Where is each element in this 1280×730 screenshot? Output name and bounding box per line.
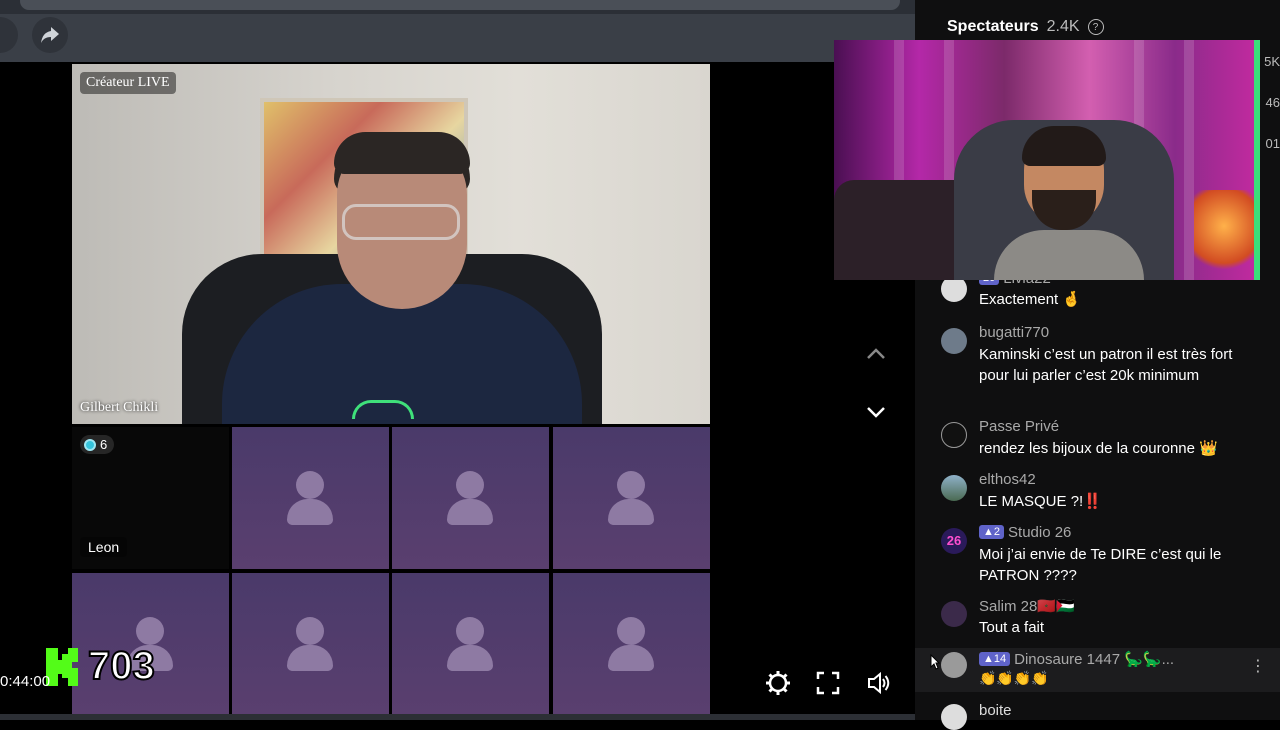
person-icon xyxy=(617,471,645,499)
chat-username: Salim 28🇲🇦🇵🇸 xyxy=(979,598,1075,615)
streamer-beard xyxy=(1032,190,1096,230)
guest-tile-empty[interactable] xyxy=(392,573,549,715)
viewers-count: 2.4K xyxy=(1046,18,1080,35)
viewers-header[interactable]: Spectateurs 2.4K ? xyxy=(947,18,1104,36)
user-avatar xyxy=(941,422,967,448)
guest-tile-empty[interactable] xyxy=(553,427,710,569)
streamer-pip-video[interactable] xyxy=(834,40,1260,280)
neon-sign xyxy=(1128,150,1180,170)
viewers-title: Spectateurs xyxy=(947,18,1039,35)
guest-tile-empty[interactable] xyxy=(232,573,389,715)
creator-name: Gilbert Chikli xyxy=(80,400,159,415)
kick-counter: 703 xyxy=(44,643,156,689)
streamer-body xyxy=(994,230,1144,280)
user-avatar: 26 xyxy=(941,528,967,554)
chat-text: Kaminski c’est un patron il est très for… xyxy=(979,346,1233,384)
guest-tile-leon[interactable]: 6 Leon xyxy=(72,427,229,569)
chat-username: ▲2 Studio 26 xyxy=(979,524,1071,541)
person-icon-body xyxy=(608,499,654,525)
side-numbers: 5K 46 01 xyxy=(1258,54,1280,177)
user-avatar xyxy=(941,601,967,627)
chevron-down-icon[interactable] xyxy=(865,401,887,423)
chat-text: LE MASQUE ?!‼️ xyxy=(979,493,1102,510)
streamer xyxy=(994,126,1144,280)
person-icon xyxy=(296,471,324,499)
user-avatar xyxy=(941,328,967,354)
browser-toolbar: li xyxy=(0,0,915,62)
person-icon-body xyxy=(287,645,333,671)
leon-badge: 6 xyxy=(80,435,115,454)
help-icon[interactable]: ? xyxy=(1087,19,1104,35)
side-number: 01 xyxy=(1265,136,1280,151)
person-icon-body xyxy=(608,645,654,671)
chat-username: ▲14 Dinosaure 1447 🦕🦕... xyxy=(979,650,1174,668)
mic-glow xyxy=(352,400,414,419)
guest-tile-empty[interactable] xyxy=(392,427,549,569)
chat-text: rendez les bijoux de la couronne 👑 xyxy=(979,440,1218,457)
user-avatar xyxy=(941,652,967,678)
stream-timer: 0:44:00 xyxy=(0,673,51,690)
couch xyxy=(834,180,974,280)
guest-tile-empty[interactable] xyxy=(553,573,710,715)
chat-username: boite xyxy=(979,702,1012,719)
leon-badge-count: 6 xyxy=(100,437,108,452)
green-edge xyxy=(1254,40,1260,280)
chat-username: elthos42 xyxy=(979,471,1036,488)
user-avatar xyxy=(941,704,967,730)
creator-glasses xyxy=(342,204,460,240)
leon-name: Leon xyxy=(80,537,128,557)
address-bar[interactable] xyxy=(20,0,900,10)
chat-text: Tout a fait xyxy=(979,619,1045,636)
fullscreen-icon[interactable] xyxy=(815,670,841,696)
person-icon xyxy=(617,617,645,645)
side-number: 46 xyxy=(1265,95,1280,110)
level-badge: ▲2 xyxy=(979,525,1005,539)
chat-text: Exactement 🤞 xyxy=(979,291,1082,308)
person-icon xyxy=(296,617,324,645)
share-button[interactable] xyxy=(32,17,68,53)
gem-icon xyxy=(84,438,96,451)
volume-icon[interactable] xyxy=(866,670,892,696)
more-options-icon[interactable]: ⋮ xyxy=(1250,656,1266,676)
light-stripe xyxy=(1184,40,1194,280)
plant xyxy=(1194,190,1254,280)
creator-video[interactable]: Créateur LIVE Gilbert Chikli xyxy=(72,64,710,424)
chat-text: Moi j’ai envie de Te DIRE c’est qui le P… xyxy=(979,546,1222,584)
chevron-up-icon[interactable] xyxy=(865,343,887,365)
level-badge: ▲14 xyxy=(979,652,1011,666)
person-icon-body xyxy=(447,645,493,671)
chat-username: bugatti770 xyxy=(979,324,1050,341)
guest-tile-empty[interactable] xyxy=(232,427,389,569)
chat-text: 👏👏👏👏 xyxy=(979,670,1049,686)
person-icon xyxy=(136,617,164,645)
chat-username: Passe Privé xyxy=(979,418,1060,435)
side-number: 5K xyxy=(1264,54,1280,69)
user-avatar xyxy=(941,475,967,501)
back-button[interactable] xyxy=(0,17,18,53)
creator-hair-top xyxy=(334,132,470,174)
streamer-hair xyxy=(1022,126,1106,166)
person-icon-body xyxy=(447,499,493,525)
person-icon xyxy=(456,617,484,645)
bottom-scrollbar[interactable] xyxy=(0,714,915,720)
chat-message-highlighted[interactable]: ▲14 Dinosaure 1447 🦕🦕... 👏👏👏👏 ⋮ xyxy=(915,648,1280,692)
person-icon-body xyxy=(287,499,333,525)
creator-live-badge: Créateur LIVE xyxy=(80,72,176,94)
person-icon xyxy=(456,471,484,499)
share-arrow-icon xyxy=(41,27,59,43)
kick-count: 703 xyxy=(87,643,156,689)
mouse-cursor-icon xyxy=(930,654,940,670)
settings-gear-icon[interactable] xyxy=(765,670,791,696)
